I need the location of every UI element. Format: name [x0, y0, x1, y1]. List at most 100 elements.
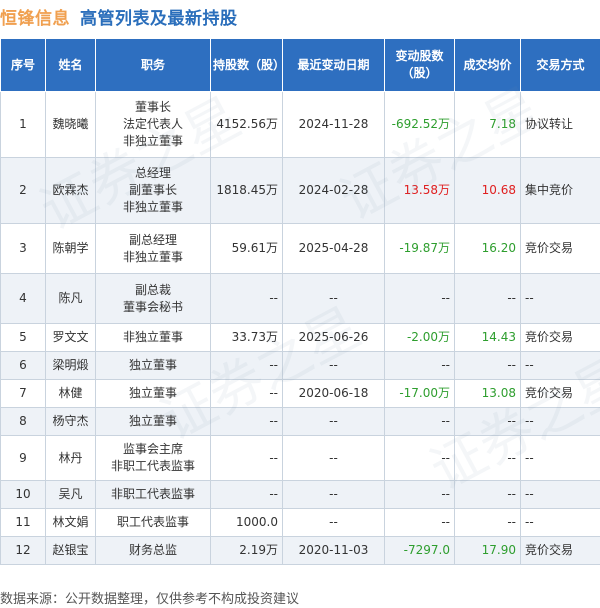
role-line: 监事会主席 [122, 442, 183, 456]
cell-change: 13.58万 [384, 157, 455, 224]
cell-date: -- [282, 351, 385, 380]
role-line: 总经理 [134, 166, 171, 180]
cell-role: 职工代表监事 [95, 508, 211, 537]
table-row: 7 林健 独立董事 -- 2020-06-18 -17.00万 13.08 竞价交易 [0, 379, 600, 408]
table-row: 4 陈凡 副总裁 董事会秘书 -- -- -- -- -- [0, 273, 600, 324]
role-line: 董事会秘书 [122, 299, 183, 314]
cell-shares: 2.19万 [210, 536, 283, 565]
cell-method: 协议转让 [520, 91, 600, 158]
data-source-footer: 数据来源：公开数据整理，仅供参考不构成投资建议 [0, 592, 300, 607]
cell-price: 16.20 [454, 223, 521, 274]
col-header-change: 变动股数（股） [384, 38, 455, 92]
cell-change: -- [384, 508, 455, 537]
cell-shares: 1818.45万 [210, 157, 283, 224]
cell-price: 14.43 [454, 323, 521, 352]
cell-no: 6 [0, 351, 46, 380]
cell-name: 魏晓曦 [45, 91, 96, 158]
cell-shares: -- [210, 379, 283, 408]
cell-no: 12 [0, 536, 46, 565]
cell-price: -- [454, 480, 521, 509]
cell-no: 4 [0, 273, 46, 324]
cell-role: 总经理 副董事长 非独立董事 [95, 157, 211, 224]
col-header-shares: 持股数（股） [210, 38, 285, 92]
executives-table: 序号 姓名 职务 持股数（股） 最近变动日期 变动股数（股） 成交均价 交易方式… [0, 38, 600, 565]
role-line: 财务总监 [128, 543, 177, 557]
cell-date: 2024-02-28 [282, 157, 385, 224]
table-row: 3 陈朝学 副总经理 非独立董事 59.61万 2025-04-28 -19.87万 16.2… [0, 223, 600, 274]
cell-date: 2020-11-03 [282, 536, 385, 565]
table-row: 11 林文娟 职工代表监事 1000.0 -- -- -- -- [0, 508, 600, 537]
role-line: 独立董事 [128, 386, 177, 400]
col-header-role: 职务 [95, 38, 211, 92]
cell-method: 集中竞价 [520, 157, 600, 224]
cell-date: 2025-04-28 [282, 223, 385, 274]
cell-name: 林健 [45, 379, 96, 408]
cell-date: -- [282, 273, 385, 324]
role-line: 职工代表监事 [116, 515, 189, 529]
cell-price: -- [454, 273, 521, 324]
cell-change: -- [384, 351, 455, 380]
cell-method: 竞价交易 [520, 323, 600, 352]
cell-name: 吴凡 [45, 480, 96, 509]
cell-name: 罗文文 [45, 323, 96, 352]
cell-price: 7.18 [454, 91, 521, 158]
cell-method: 竞价交易 [520, 536, 600, 565]
col-header-date: 最近变动日期 [282, 38, 385, 92]
cell-price: 17.90 [454, 536, 521, 565]
role-line: 董事长 [134, 100, 171, 114]
cell-change: -- [384, 435, 455, 481]
table-row: 6 梁明煅 独立董事 -- -- -- -- -- [0, 351, 600, 380]
cell-no: 5 [0, 323, 46, 352]
cell-shares: 1000.0 [210, 508, 283, 537]
cell-name: 赵银宝 [45, 536, 96, 565]
cell-shares: -- [210, 407, 283, 436]
cell-role: 监事会主席 非职工代表监事 [95, 435, 211, 481]
role-line: 非独立董事 [122, 249, 183, 264]
cell-change: -19.87万 [384, 223, 455, 274]
role-line: 副总裁 [134, 282, 171, 297]
cell-shares: -- [210, 273, 283, 324]
cell-date: -- [282, 480, 385, 509]
cell-no: 1 [0, 91, 46, 158]
cell-no: 11 [0, 508, 46, 537]
cell-price: -- [454, 435, 521, 481]
col-header-name: 姓名 [45, 38, 96, 92]
cell-role: 独立董事 [95, 351, 211, 380]
cell-no: 10 [0, 480, 46, 509]
role-line: 非独立董事 [122, 330, 183, 344]
cell-price: -- [454, 351, 521, 380]
table-row: 12 赵银宝 财务总监 2.19万 2020-11-03 -7297.0 17.90 竞价交易 [0, 536, 600, 565]
col-header-method: 交易方式 [520, 38, 600, 92]
cell-method: -- [520, 508, 600, 537]
page-header: 恒锋信息 高管列表及最新持股 [0, 4, 238, 29]
role-line: 副总经理 [128, 232, 177, 247]
table-row: 1 魏晓曦 董事长 法定代表人 非独立董事 4152.56万 2024-11-28 -692.… [0, 91, 600, 158]
role-line: 独立董事 [128, 358, 177, 372]
cell-change: -17.00万 [384, 379, 455, 408]
cell-change: -- [384, 273, 455, 324]
cell-no: 3 [0, 223, 46, 274]
cell-role: 副总裁 董事会秘书 [95, 273, 211, 324]
table-row: 9 林丹 监事会主席 非职工代表监事 -- -- -- -- -- [0, 435, 600, 481]
cell-date: -- [282, 407, 385, 436]
cell-name: 林丹 [45, 435, 96, 481]
cell-method: -- [520, 480, 600, 509]
role-line: 副董事长 [128, 183, 177, 197]
cell-role: 财务总监 [95, 536, 211, 565]
cell-shares: 33.73万 [210, 323, 283, 352]
role-line: 非独立董事 [122, 134, 183, 148]
cell-role: 独立董事 [95, 407, 211, 436]
cell-change: -692.52万 [384, 91, 455, 158]
cell-date: -- [282, 508, 385, 537]
table-header-row: 序号 姓名 职务 持股数（股） 最近变动日期 变动股数（股） 成交均价 交易方式 [0, 38, 600, 92]
cell-name: 梁明煅 [45, 351, 96, 380]
cell-role: 董事长法定代表人非独立董事 [95, 91, 211, 158]
role-line: 法定代表人 [122, 117, 183, 131]
role-line: 非职工代表监事 [110, 487, 195, 501]
cell-no: 8 [0, 407, 46, 436]
role-line: 独立董事 [128, 414, 177, 428]
cell-method: 竞价交易 [520, 379, 600, 408]
table-row: 8 杨守杰 独立董事 -- -- -- -- -- [0, 407, 600, 436]
cell-price: -- [454, 508, 521, 537]
cell-name: 欧霖杰 [45, 157, 96, 224]
